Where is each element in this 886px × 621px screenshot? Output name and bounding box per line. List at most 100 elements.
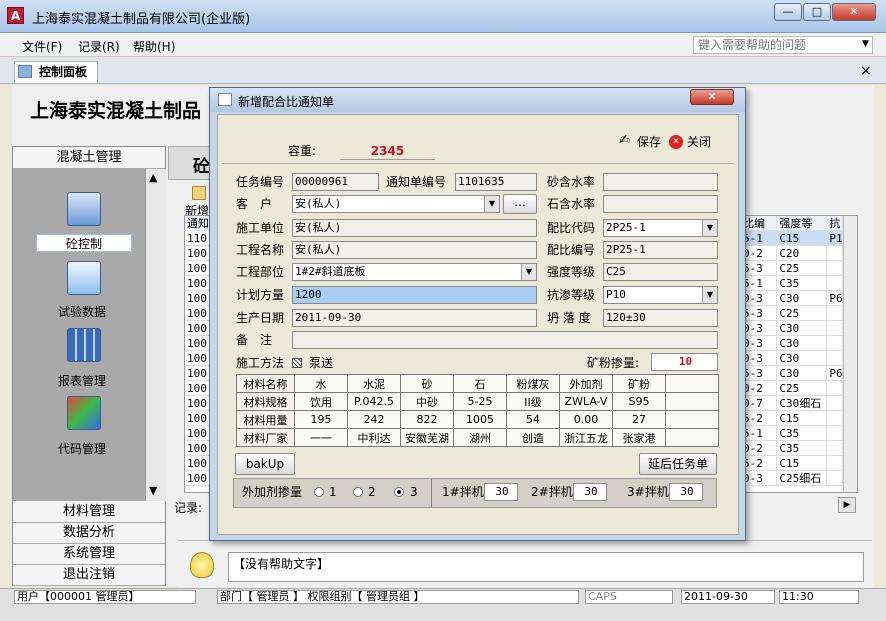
materials-cell[interactable]: 石 <box>453 374 507 393</box>
table-row[interactable]: 5-2 C15 <box>741 411 843 426</box>
slag-field[interactable]: 10 <box>651 353 718 371</box>
table-row[interactable]: 0-3 C30 P6 <box>741 291 843 306</box>
bakup-button[interactable]: bakUp <box>235 453 295 475</box>
materials-cell[interactable] <box>665 428 719 447</box>
materials-cell[interactable] <box>665 410 719 429</box>
nav-item-code-management[interactable]: 代码管理 <box>34 440 130 457</box>
nav-item-concrete-control[interactable]: 砼控制 <box>36 234 132 252</box>
note-field[interactable] <box>292 331 718 349</box>
mix-no-field[interactable]: 2P25-1 <box>603 241 718 259</box>
construct-unit-field[interactable]: 安(私人) <box>292 219 537 237</box>
stone-water-field[interactable] <box>603 195 718 213</box>
chevron-down-icon[interactable]: ▼ <box>702 220 717 236</box>
materials-cell[interactable]: 822 <box>400 410 454 429</box>
grid-header-cell[interactable]: 强度等 <box>777 216 828 231</box>
strength-field[interactable]: C25 <box>603 263 718 281</box>
scroll-down-icon[interactable]: ▼ <box>149 484 157 497</box>
materials-cell[interactable]: 27 <box>612 410 666 429</box>
material-management-button[interactable]: 材料管理 <box>13 502 165 523</box>
materials-cell[interactable]: 矿粉 <box>612 374 666 393</box>
plan-field[interactable]: 1200 <box>292 286 537 304</box>
table-row[interactable]: 5-1 C15 P1 <box>741 231 843 246</box>
chevron-down-icon[interactable]: ▼ <box>862 39 869 49</box>
nav-header[interactable]: 混凝土管理 <box>13 147 165 169</box>
close-button[interactable]: ✕ <box>832 3 876 21</box>
date-field[interactable]: 2011-09-30 <box>292 309 537 327</box>
materials-cell[interactable]: 242 <box>347 410 401 429</box>
delay-task-button[interactable]: 延后任务单 <box>639 453 717 475</box>
materials-cell[interactable]: II级 <box>506 392 560 411</box>
mixer-2-field[interactable]: 30 <box>573 483 607 501</box>
maximize-button[interactable]: □ <box>803 3 831 21</box>
system-management-button[interactable]: 系统管理 <box>13 544 165 565</box>
notice-no-field[interactable]: 1101635 <box>455 173 537 191</box>
sand-water-field[interactable] <box>603 173 718 191</box>
table-row[interactable]: 5-1 C35 <box>741 426 843 441</box>
table-row[interactable]: 0-2 C25 <box>741 381 843 396</box>
materials-cell[interactable]: 中砂 <box>400 392 454 411</box>
materials-cell[interactable]: 湖州 <box>453 428 507 447</box>
materials-cell[interactable]: 195 <box>294 410 348 429</box>
materials-cell[interactable]: 外加剂 <box>559 374 613 393</box>
grid-header-cell[interactable]: 抗 <box>827 216 843 231</box>
mixer-1-field[interactable]: 30 <box>484 483 518 501</box>
code-books-icon[interactable] <box>67 396 101 430</box>
materials-cell[interactable]: 水 <box>294 374 348 393</box>
materials-cell[interactable]: 粉煤灰 <box>506 374 560 393</box>
part-field[interactable]: 1#2#斜道底板 <box>292 263 537 281</box>
new-record-icon[interactable] <box>192 186 206 200</box>
table-row[interactable]: 5-3 C25 <box>741 306 843 321</box>
materials-cell[interactable]: P.042.5 <box>347 392 401 411</box>
table-row[interactable]: 0-2 C35 <box>741 441 843 456</box>
grid-scrollbar[interactable] <box>843 216 857 492</box>
logout-button[interactable]: 退出注销 <box>13 565 165 586</box>
materials-cell[interactable] <box>665 374 719 393</box>
materials-cell[interactable]: 0.00 <box>559 410 613 429</box>
menu-help[interactable]: 帮助(H) <box>133 38 175 55</box>
table-row[interactable]: 5-1 C35 <box>741 276 843 291</box>
materials-cell[interactable]: 水泥 <box>347 374 401 393</box>
table-row[interactable]: 5-3 C30 P6 <box>741 366 843 381</box>
materials-cell[interactable]: 浙江五龙 <box>559 428 613 447</box>
additive-radio-2[interactable] <box>353 487 363 497</box>
save-icon[interactable]: ✍ <box>619 133 630 148</box>
save-button[interactable]: 保存 <box>637 133 661 151</box>
table-row[interactable]: 0-3 C30 <box>741 321 843 336</box>
materials-cell[interactable]: ZWLA-V <box>559 392 613 411</box>
close-x-icon[interactable]: ✕ <box>669 135 683 149</box>
table-row[interactable]: 0-3 C30 <box>741 336 843 351</box>
mix-code-field[interactable]: 2P25-1 <box>603 219 718 237</box>
chevron-down-icon[interactable]: ▼ <box>484 196 499 212</box>
materials-cell[interactable]: 54 <box>506 410 560 429</box>
table-row[interactable]: 0-7 C30细石 <box>741 396 843 411</box>
dialog-close-label[interactable]: 关闭 <box>687 133 711 151</box>
tab-close-icon[interactable]: × <box>860 63 872 79</box>
concrete-control-icon[interactable] <box>67 192 101 226</box>
materials-cell[interactable]: 一一 <box>294 428 348 447</box>
nav-item-test-data[interactable]: 试验数据 <box>34 303 130 320</box>
task-no-field[interactable]: 00000961 <box>292 173 379 191</box>
menu-file[interactable]: 文件(F) <box>22 38 62 55</box>
materials-cell[interactable]: 5-25 <box>453 392 507 411</box>
materials-cell[interactable]: 安徽芜湖 <box>400 428 454 447</box>
materials-cell[interactable]: 饮用 <box>294 392 348 411</box>
table-row[interactable]: 0-3 C25细石 <box>741 471 843 486</box>
chevron-down-icon[interactable]: ▼ <box>521 264 536 280</box>
materials-cell[interactable]: S95 <box>612 392 666 411</box>
dialog-close-button[interactable]: ✕ <box>690 89 734 105</box>
scroll-up-icon[interactable]: ▲ <box>149 171 157 184</box>
table-row[interactable]: 5-2 C15 <box>741 456 843 471</box>
materials-cell[interactable]: 1005 <box>453 410 507 429</box>
report-grid-icon[interactable] <box>67 328 101 362</box>
slump-field[interactable]: 120±30 <box>603 309 718 327</box>
additive-radio-3[interactable] <box>394 487 404 497</box>
data-analysis-button[interactable]: 数据分析 <box>13 523 165 544</box>
table-row[interactable]: 0-3 C30 <box>741 351 843 366</box>
nav-scrollbar[interactable]: ▲ ▼ <box>145 169 166 501</box>
impermeable-field[interactable]: P10 <box>603 286 718 304</box>
method-checkbox[interactable] <box>292 358 302 368</box>
additive-radio-1[interactable] <box>314 487 324 497</box>
table-row[interactable]: 0-2 C20 <box>741 246 843 261</box>
materials-cell[interactable]: 砂 <box>400 374 454 393</box>
scroll-right-icon[interactable]: ▶ <box>838 497 856 513</box>
